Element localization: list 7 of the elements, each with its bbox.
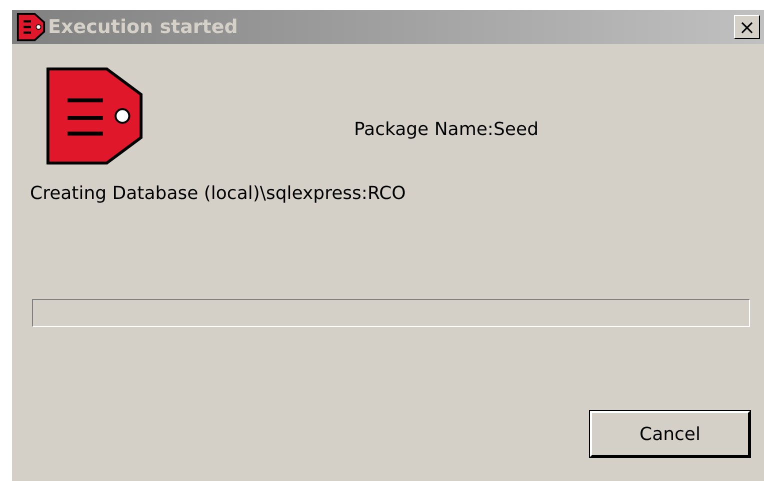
window-title: Execution started <box>48 16 239 38</box>
close-button[interactable]: × <box>734 15 760 39</box>
status-text: Creating Database (local)\sqlexpress:RCO <box>30 183 406 204</box>
package-name-label: Package Name:Seed <box>354 119 538 140</box>
tag-icon <box>16 12 46 42</box>
tag-icon <box>46 67 144 165</box>
cancel-button[interactable]: Cancel <box>590 411 750 457</box>
